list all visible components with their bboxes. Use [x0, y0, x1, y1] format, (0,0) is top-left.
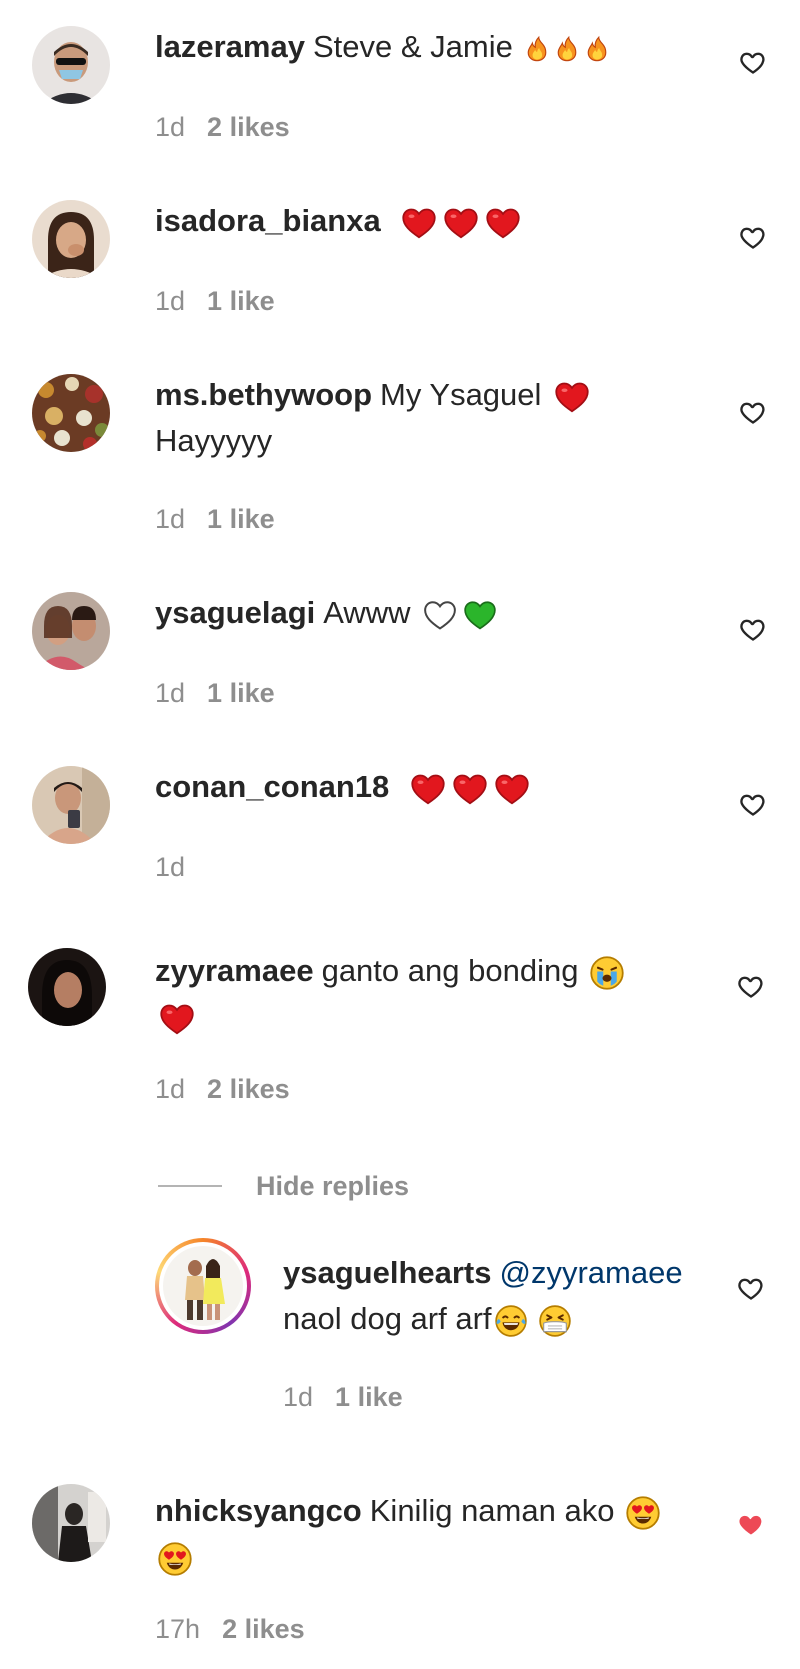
hide-replies-label: Hide replies	[256, 1170, 410, 1201]
comment-time[interactable]: 1d	[155, 504, 185, 534]
fire-emoji	[553, 33, 581, 65]
comment-text: Kinilig naman ako	[369, 1493, 615, 1528]
like-heart-icon[interactable]	[738, 223, 768, 251]
red-heart-emoji	[408, 771, 448, 807]
comment-time[interactable]: 1d	[155, 112, 185, 142]
comment-likes[interactable]: 1 like	[207, 678, 275, 708]
sick-emoji	[538, 1304, 572, 1338]
red-heart-emoji	[399, 205, 439, 241]
green-heart-emoji	[461, 598, 499, 632]
red-heart-emoji	[483, 205, 523, 241]
comment-username[interactable]: lazeramay	[155, 29, 305, 64]
mention-link[interactable]: @zyyramaee	[500, 1255, 683, 1290]
comment-likes[interactable]: 1 like	[207, 504, 275, 534]
avatar[interactable]	[32, 766, 110, 844]
reply-text: naol dog arf arf	[283, 1301, 492, 1336]
comment-time[interactable]: 1d	[155, 678, 185, 708]
comment-username[interactable]: nhicksyangco	[155, 1493, 362, 1528]
laughing-tears-emoji	[494, 1304, 528, 1338]
reply-username[interactable]: ysaguelhearts	[283, 1255, 492, 1290]
story-ring-avatar[interactable]	[155, 1238, 251, 1334]
comment-time[interactable]: 17h	[155, 1614, 200, 1644]
crying-emoji	[589, 955, 625, 991]
comment-username[interactable]: zyyramaee	[155, 953, 314, 988]
avatar[interactable]	[32, 26, 110, 104]
avatar[interactable]	[32, 200, 110, 278]
red-heart-emoji	[552, 379, 592, 415]
fire-emoji	[523, 33, 551, 65]
avatar[interactable]	[32, 1484, 110, 1562]
heart-eyes-emoji	[157, 1541, 193, 1577]
comment-time[interactable]: 1d	[155, 852, 185, 882]
like-heart-icon[interactable]	[736, 1274, 766, 1302]
hide-replies-button[interactable]: Hide replies	[158, 1166, 409, 1206]
comment-likes[interactable]: 2 likes	[207, 112, 290, 142]
comment-text: Steve & Jamie	[312, 29, 513, 64]
comment-username[interactable]: conan_conan18	[155, 769, 389, 804]
comment-text: ganto ang bonding	[321, 953, 579, 988]
comment-username[interactable]: isadora_bianxa	[155, 203, 381, 238]
red-heart-emoji	[450, 771, 490, 807]
heart-eyes-emoji	[625, 1495, 661, 1531]
divider	[158, 1185, 222, 1187]
avatar[interactable]	[32, 374, 110, 452]
like-heart-icon[interactable]	[738, 48, 768, 76]
like-heart-icon[interactable]	[738, 615, 768, 643]
avatar[interactable]	[28, 948, 106, 1026]
comment-text-line-2: Hayyyyy	[155, 423, 273, 458]
comment-time[interactable]: 1d	[155, 286, 185, 316]
red-heart-emoji	[492, 771, 532, 807]
comment-likes[interactable]: 1 like	[207, 286, 275, 316]
liked-heart-icon[interactable]	[736, 1510, 766, 1538]
like-heart-icon[interactable]	[738, 790, 768, 818]
avatar[interactable]	[32, 592, 110, 670]
red-heart-emoji	[441, 205, 481, 241]
like-heart-icon[interactable]	[738, 398, 768, 426]
like-heart-icon[interactable]	[736, 972, 766, 1000]
comment-text: Awww	[323, 595, 411, 630]
reply-likes[interactable]: 1 like	[335, 1382, 403, 1412]
comment-time[interactable]: 1d	[155, 1074, 185, 1104]
comment-text: My Ysaguel	[380, 377, 542, 412]
comment-username[interactable]: ms.bethywoop	[155, 377, 372, 412]
reply-time[interactable]: 1d	[283, 1382, 313, 1412]
comment-likes[interactable]: 2 likes	[207, 1074, 290, 1104]
comment-username[interactable]: ysaguelagi	[155, 595, 315, 630]
fire-emoji	[583, 33, 611, 65]
white-heart-emoji	[421, 598, 459, 632]
comment-likes[interactable]: 2 likes	[222, 1614, 305, 1644]
red-heart-emoji	[157, 1001, 197, 1037]
